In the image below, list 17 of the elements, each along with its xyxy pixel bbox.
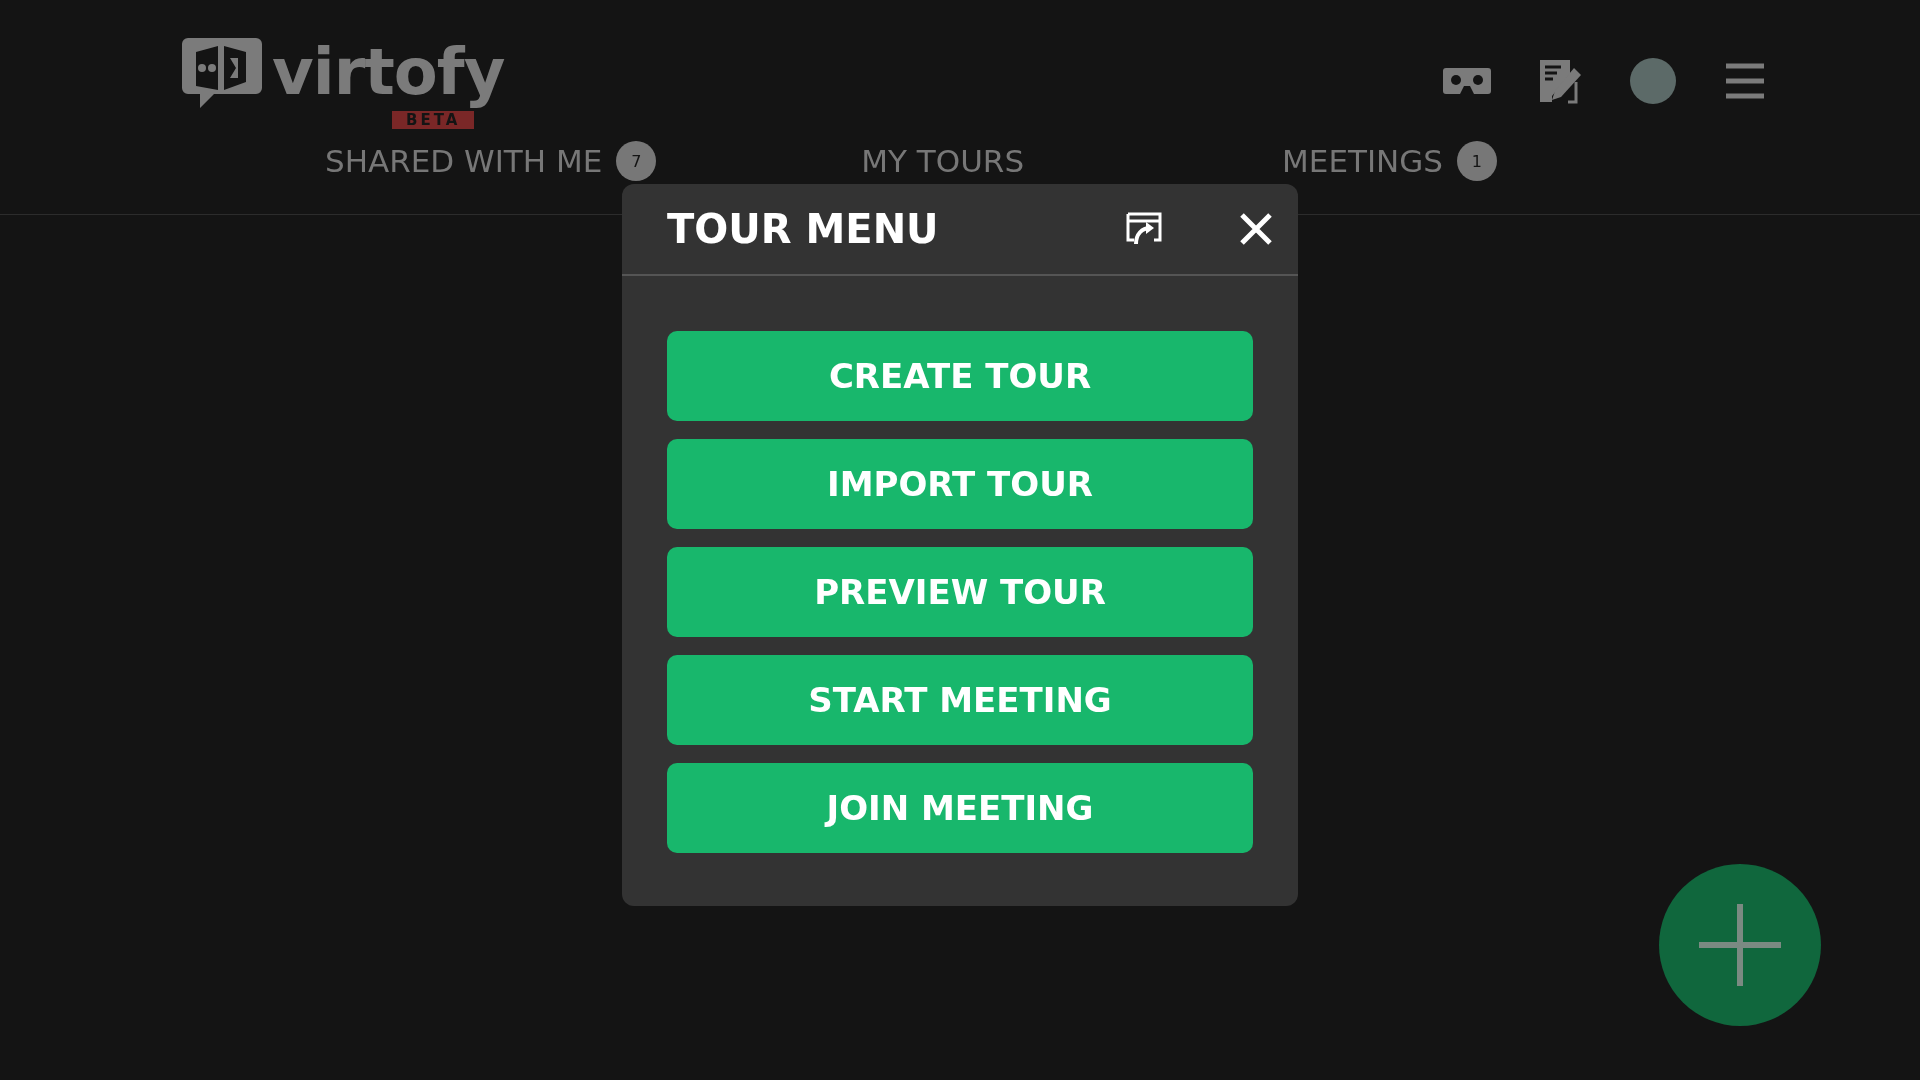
close-icon[interactable]: [1238, 211, 1274, 247]
tab[interactable]: MY TOURS: [861, 143, 1025, 179]
menu-button[interactable]: START MEETING: [667, 655, 1253, 745]
tab[interactable]: SHARED WITH ME 7: [325, 141, 657, 181]
tab[interactable]: MEETINGS 1: [1282, 141, 1497, 181]
menu-button[interactable]: PREVIEW TOUR: [667, 547, 1253, 637]
plus-icon: [1699, 904, 1781, 986]
menu-button[interactable]: CREATE TOUR: [667, 331, 1253, 421]
window-arrow-icon[interactable]: [1126, 212, 1162, 246]
logo-text: virtofy: [272, 33, 505, 110]
menu-button[interactable]: JOIN MEETING: [667, 763, 1253, 853]
count-badge: 1: [1456, 141, 1497, 181]
count-badge: 7: [616, 141, 657, 181]
avatar[interactable]: [1630, 58, 1676, 104]
dialog-title: TOUR MENU: [667, 206, 940, 252]
beta-tag: BETA: [392, 110, 475, 129]
menu-button[interactable]: IMPORT TOUR: [667, 439, 1253, 529]
